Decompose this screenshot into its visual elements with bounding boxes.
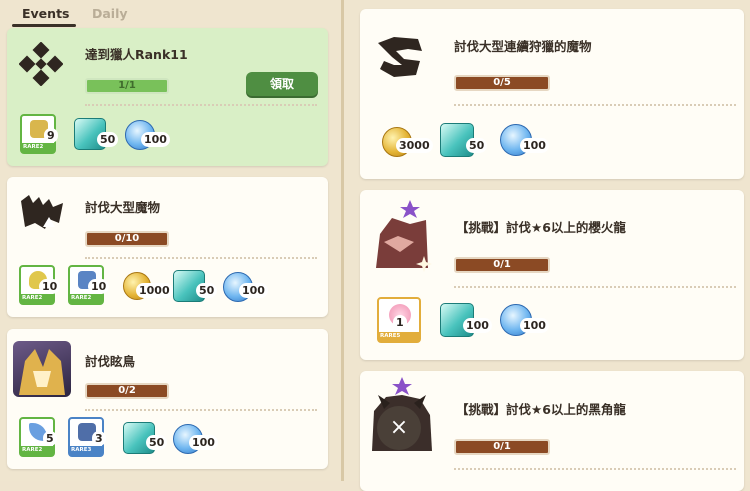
reward-count: 100 [141, 132, 170, 147]
mission-card-hunter-rank: 達到獵人Rank11 1/1 領取 RARE2 9 50 100 [7, 28, 328, 166]
active-tab-indicator [12, 24, 76, 27]
tab-events[interactable]: Events [22, 6, 69, 21]
column-divider [341, 0, 344, 481]
monster-portrait [370, 198, 434, 272]
card-divider [454, 104, 736, 106]
progress-bar: 0/1 [454, 439, 550, 455]
reward-count: 100 [239, 283, 268, 298]
progress-bar: 0/1 [454, 257, 550, 273]
mission-title: 討伐眩鳥 [85, 354, 136, 369]
progress-bar: 0/5 [454, 75, 550, 91]
reward-count: 10 [88, 279, 110, 294]
mission-title: 討伐大型連續狩獵的魔物 [454, 39, 592, 54]
rarity-label: RARE2 [70, 294, 102, 303]
reward-count: 50 [97, 132, 119, 147]
reward-count: 9 [44, 128, 58, 143]
close-button[interactable]: × [377, 406, 421, 450]
claim-button[interactable]: 領取 [246, 72, 318, 96]
progress-bar: 0/10 [85, 231, 169, 247]
rarity-label: RARE2 [21, 446, 53, 455]
card-divider [85, 104, 317, 106]
progress-bar: 1/1 [85, 78, 169, 94]
mission-title: 【挑戰】討伐★6以上的黑角龍 [456, 402, 626, 417]
mission-card-kulu: 討伐眩鳥 0/2 RARE2 5 RARE3 3 50 100 [7, 329, 328, 469]
rarity-label: RARE3 [70, 446, 102, 455]
reward-count: 10 [39, 279, 61, 294]
reward-count: 100 [520, 318, 549, 333]
mission-card-continuous-hunt: 討伐大型連續狩獵的魔物 0/5 3000 50 100 [360, 9, 744, 179]
monster-portrait [13, 341, 71, 397]
reward-item: RARE2 10 [19, 265, 61, 305]
reward-count: 3000 [396, 138, 433, 153]
rarity-label: RARE2 [22, 143, 54, 152]
reward-item: RARE3 3 [68, 417, 106, 457]
reward-count: 100 [463, 318, 492, 333]
reward-count: 50 [146, 435, 168, 450]
reward-count: 1 [393, 315, 407, 330]
monster-jaw-icon [19, 193, 65, 233]
rarity-label: RARE5 [379, 332, 419, 341]
reward-count: 100 [520, 138, 549, 153]
reward-count: 5 [43, 431, 57, 446]
mission-title: 【挑戰】討伐★6以上的櫻火龍 [456, 220, 626, 235]
card-divider [454, 468, 736, 470]
reward-item: RARE2 5 [19, 417, 57, 457]
reward-item: RARE5 1 [377, 297, 421, 343]
tab-bar: Events Daily [0, 0, 341, 28]
mission-card-sakura-rathalos: 【挑戰】討伐★6以上的櫻火龍 0/1 RARE5 1 100 100 [360, 190, 744, 360]
reward-count: 50 [196, 283, 218, 298]
card-divider [454, 286, 736, 288]
reward-count: 1000 [136, 283, 173, 298]
mission-title: 達到獵人Rank11 [85, 47, 188, 62]
reward-count: 50 [466, 138, 488, 153]
reward-item: RARE2 9 [20, 114, 58, 154]
chain-emblem-icon [374, 33, 426, 81]
tab-daily[interactable]: Daily [92, 6, 128, 21]
card-divider [85, 409, 317, 411]
mission-title: 討伐大型魔物 [85, 200, 161, 215]
card-divider [85, 257, 317, 259]
reward-count: 100 [189, 435, 218, 450]
mission-card-large-monster: 討伐大型魔物 0/10 RARE2 10 RARE2 10 1000 50 10… [7, 177, 328, 317]
reward-count: 3 [92, 431, 106, 446]
rarity-label: RARE2 [21, 294, 53, 303]
hunter-emblem-icon [18, 41, 64, 87]
reward-item: RARE2 10 [68, 265, 110, 305]
progress-bar: 0/2 [85, 383, 169, 399]
